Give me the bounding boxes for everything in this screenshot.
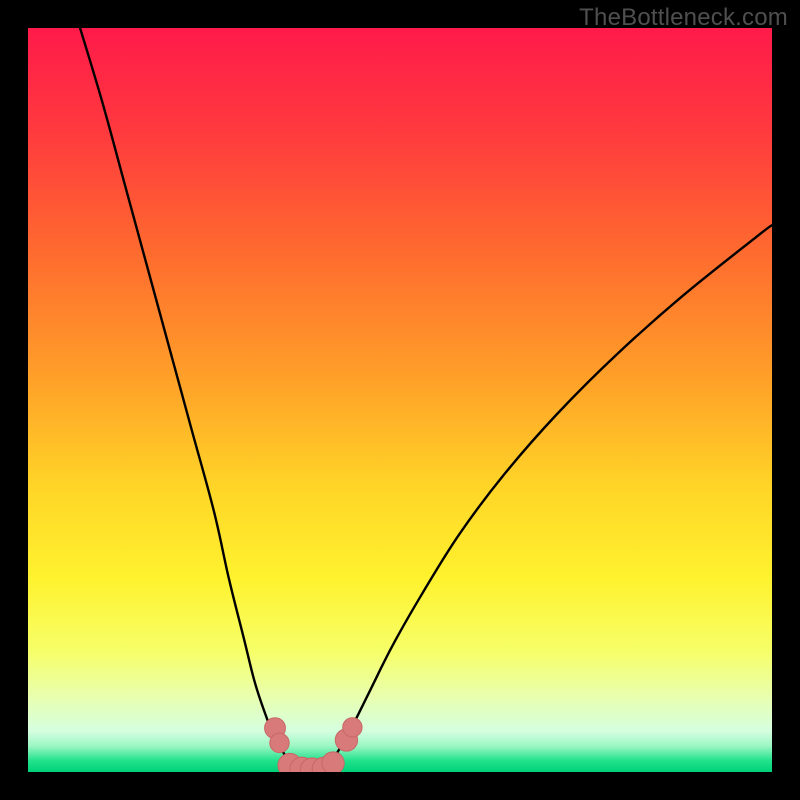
image-frame: TheBottleneck.com — [0, 0, 800, 800]
plot-area — [28, 28, 772, 772]
marker-dot — [322, 752, 344, 772]
marker-dot — [270, 733, 289, 752]
gradient-background — [28, 28, 772, 772]
marker-dot — [343, 718, 362, 737]
bottleneck-chart — [28, 28, 772, 772]
